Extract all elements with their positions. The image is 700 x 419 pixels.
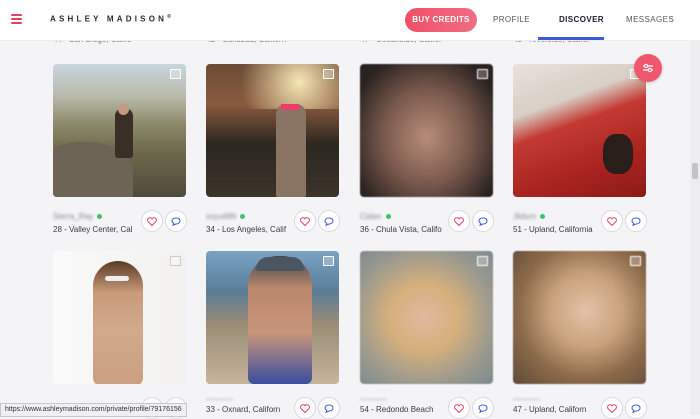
- chat-bubble-icon: [171, 216, 181, 226]
- like-button[interactable]: [294, 210, 316, 232]
- profile-card[interactable]: Cidan 36 - Chula Vista, Califo: [360, 64, 494, 239]
- heart-icon: [607, 403, 617, 413]
- photo-gallery-icon: [630, 256, 641, 266]
- photo-gallery-icon: [477, 256, 488, 266]
- username: ______: [513, 391, 540, 400]
- profile-card[interactable]: ______ 47 - Upland, Californ: [513, 251, 647, 419]
- heart-icon: [607, 216, 617, 226]
- chat-bubble-icon: [478, 216, 488, 226]
- filter-sliders-icon: [643, 63, 653, 73]
- heart-icon: [300, 216, 310, 226]
- message-button[interactable]: [472, 210, 494, 232]
- nav-discover-link[interactable]: DISCOVER: [559, 15, 604, 24]
- page-scrollbar[interactable]: [690, 0, 700, 415]
- message-button[interactable]: [625, 397, 647, 419]
- site-logo[interactable]: ASHLEY MADISON®: [50, 14, 171, 24]
- chat-bubble-icon: [631, 216, 641, 226]
- profile-card[interactable]: Jlidum 51 - Upland, California: [513, 64, 647, 239]
- profile-card[interactable]: ______ 33 - Oxnard, Californ: [206, 251, 340, 419]
- photo-gallery-icon: [477, 69, 488, 79]
- like-button[interactable]: [141, 210, 163, 232]
- chat-bubble-icon: [324, 216, 334, 226]
- like-button[interactable]: [448, 210, 470, 232]
- profile-photo[interactable]: [360, 251, 493, 384]
- profile-location: 33 - Oxnard, Californ: [206, 405, 281, 414]
- heart-icon: [147, 216, 157, 226]
- photo-gallery-icon: [170, 69, 181, 79]
- profile-location: 28 - Valley Center, Cal: [53, 225, 133, 234]
- profile-location: 54 - Redondo Beach: [360, 405, 434, 414]
- like-button[interactable]: [601, 397, 623, 419]
- username: ______: [206, 391, 233, 400]
- profile-photo[interactable]: [513, 251, 646, 384]
- profile-card[interactable]: ______ 54 - Redondo Beach: [360, 251, 494, 419]
- photo-gallery-icon: [323, 69, 334, 79]
- online-status-icon: [386, 214, 391, 219]
- username: Cidan: [360, 212, 381, 221]
- nav-active-indicator: [538, 37, 604, 40]
- like-button[interactable]: [601, 210, 623, 232]
- profile-photo[interactable]: [53, 64, 186, 197]
- hamburger-menu-icon[interactable]: [11, 14, 22, 24]
- buy-credits-button[interactable]: BUY CREDITS: [405, 8, 477, 32]
- username: suyu689: [206, 212, 237, 221]
- logo-registered-mark: ®: [167, 14, 171, 20]
- username: Jlidum: [513, 212, 537, 221]
- profile-location: 47 - Upland, Californ: [513, 405, 587, 414]
- username: Sierra_Ray: [53, 212, 94, 221]
- like-button[interactable]: [448, 397, 470, 419]
- top-header: ASHLEY MADISON® BUY CREDITS PROFILE DISC…: [0, 0, 700, 41]
- profile-location: 36 - Chula Vista, Califo: [360, 225, 442, 234]
- profile-photo[interactable]: [206, 64, 339, 197]
- profile-photo[interactable]: [513, 64, 646, 197]
- logo-text: ASHLEY MADISON: [50, 14, 168, 24]
- like-button[interactable]: [294, 397, 316, 419]
- filter-button[interactable]: [634, 54, 662, 82]
- online-status-icon: [540, 214, 545, 219]
- message-button[interactable]: [472, 397, 494, 419]
- photo-gallery-icon: [170, 256, 181, 266]
- message-button[interactable]: [625, 210, 647, 232]
- online-status-icon: [97, 214, 102, 219]
- profile-card[interactable]: [53, 251, 187, 419]
- scrollbar-thumb[interactable]: [692, 163, 698, 179]
- username: ______: [360, 391, 387, 400]
- online-status-icon: [240, 214, 245, 219]
- chat-bubble-icon: [478, 403, 488, 413]
- profile-card[interactable]: Sierra_Ray 28 - Valley Center, Cal: [53, 64, 187, 239]
- profile-location: 34 - Los Angeles, Calif: [206, 225, 287, 234]
- message-button[interactable]: [165, 210, 187, 232]
- message-button[interactable]: [318, 397, 340, 419]
- chat-bubble-icon: [324, 403, 334, 413]
- nav-profile-link[interactable]: PROFILE: [493, 15, 530, 24]
- nav-messages-link[interactable]: MESSAGES: [626, 15, 674, 24]
- chat-bubble-icon: [631, 403, 641, 413]
- photo-gallery-icon: [323, 256, 334, 266]
- profile-card[interactable]: suyu689 34 - Los Angeles, Calif: [206, 64, 340, 239]
- message-button[interactable]: [318, 210, 340, 232]
- profile-photo[interactable]: [206, 251, 339, 384]
- heart-icon: [454, 403, 464, 413]
- heart-icon: [454, 216, 464, 226]
- heart-icon: [300, 403, 310, 413]
- profile-location: 51 - Upland, California: [513, 225, 593, 234]
- profile-photo[interactable]: [360, 64, 493, 197]
- profile-photo[interactable]: [53, 251, 186, 384]
